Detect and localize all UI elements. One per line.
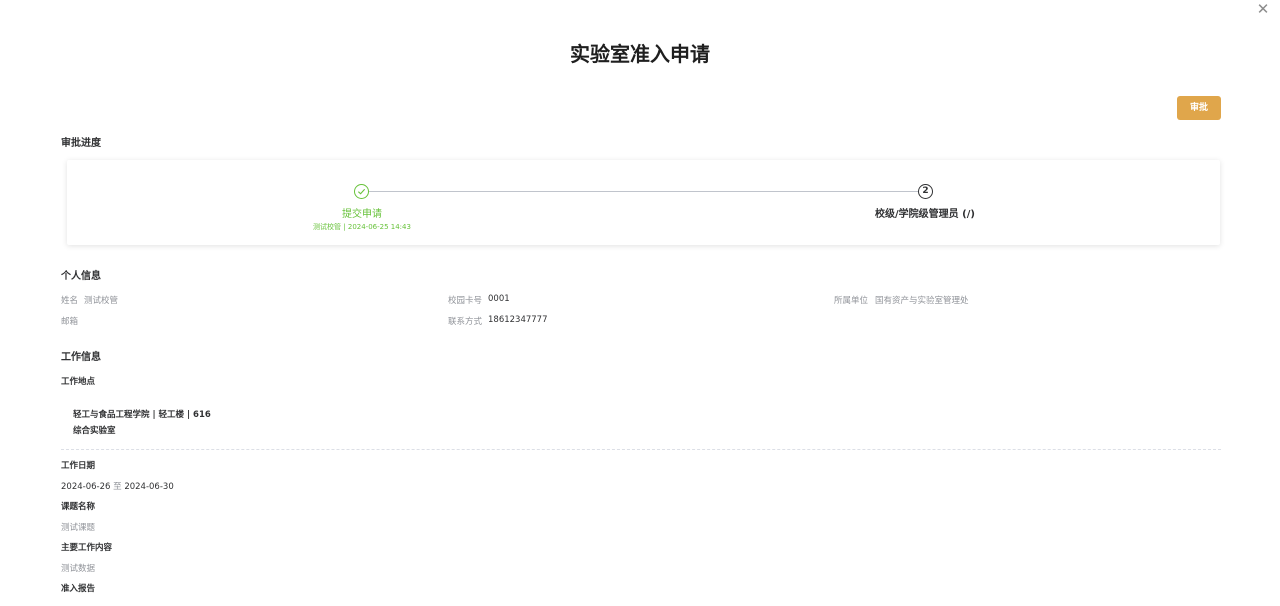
topic-label: 课题名称 [61, 502, 96, 512]
contact-value: 18612347777 [488, 315, 548, 325]
contact-label: 联系方式 [448, 317, 483, 327]
step-connector-line [369, 191, 918, 192]
card-value: 0001 [488, 294, 510, 304]
name-label: 姓名 [61, 296, 79, 306]
personal-section-title: 个人信息 [61, 271, 101, 282]
step-time: 2024-06-25 14:43 [347, 223, 411, 231]
date-end: 2024-06-30 [124, 482, 174, 492]
step-submit-title: 提交申请 [342, 209, 382, 220]
step-admin-title: 校级/学院级管理员 (/) [875, 209, 975, 220]
content-value: 测试数据 [61, 564, 96, 574]
location-label: 工作地点 [61, 377, 96, 387]
unit-label: 所属单位 [834, 296, 869, 306]
step-submitter: 测试校管 [313, 223, 342, 231]
date-separator: 至 [113, 482, 122, 492]
page-title: 实验室准入申请 [570, 42, 710, 66]
check-icon [354, 184, 369, 199]
date-start: 2024-06-26 [61, 482, 111, 492]
content-label: 主要工作内容 [61, 543, 113, 553]
location-line2: 综合实验室 [73, 426, 116, 436]
work-section-title: 工作信息 [61, 352, 101, 363]
topic-value: 测试课题 [61, 523, 96, 533]
progress-section-title: 审批进度 [61, 138, 101, 149]
step-separator: | [343, 223, 346, 231]
step-submit-description: 测试校管 | 2024-06-25 14:43 [292, 222, 432, 232]
date-label: 工作日期 [61, 461, 96, 471]
close-icon[interactable]: ✕ [1256, 2, 1270, 17]
unit-value: 国有资产与实验室管理处 [875, 296, 969, 306]
location-line1: 轻工与食品工程学院 | 轻工楼 | 616 [73, 410, 211, 420]
divider [61, 449, 1221, 450]
report-label: 准入报告 [61, 584, 96, 594]
approve-button[interactable]: 审批 [1177, 96, 1221, 120]
date-value: 2024-06-26 至 2024-06-30 [61, 480, 174, 492]
email-label: 邮箱 [61, 317, 79, 327]
approval-steps: 提交申请 测试校管 | 2024-06-25 14:43 2 校级/学院级管理员… [67, 160, 1220, 245]
name-value: 测试校管 [84, 296, 119, 306]
card-label: 校园卡号 [448, 296, 483, 306]
step-number-icon: 2 [918, 184, 933, 199]
